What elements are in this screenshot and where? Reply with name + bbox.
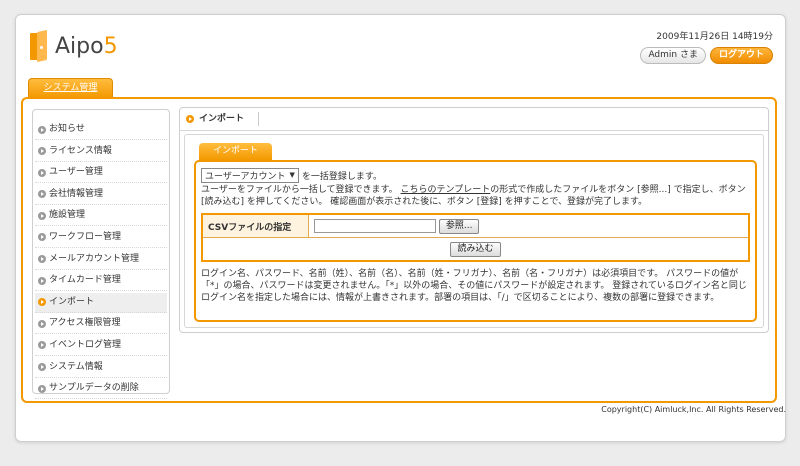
load-button[interactable]: 読み込む (450, 241, 501, 257)
sidebar-item-label: メールアカウント管理 (49, 253, 140, 264)
arrow-bullet-icon (38, 125, 46, 134)
arrow-bullet-icon (38, 147, 46, 156)
arrow-bullet-icon (38, 298, 46, 307)
copyright-text: Copyright(C) Aimluck,Inc. All Rights Res… (601, 405, 786, 414)
sidebar-item[interactable]: タイムカード管理 (35, 271, 167, 292)
csv-file-input[interactable] (314, 219, 436, 233)
chevron-down-icon: ▼ (289, 171, 295, 179)
select-suffix-text: を一括登録します。 (301, 171, 382, 182)
sidebar-item-label: システム情報 (49, 361, 103, 372)
sidebar-item[interactable]: サンプルデータの削除 (35, 379, 167, 400)
sidebar-item[interactable]: 会社情報管理 (35, 185, 167, 205)
page-title: インポート (199, 112, 260, 126)
sidebar-item-label: お知らせ (49, 124, 85, 134)
arrow-bullet-icon (38, 211, 46, 220)
sidebar-item-label: 施設管理 (49, 210, 86, 221)
import-notes: ログイン名、パスワード、名前（姓）、名前（名）、名前（姓・フリガナ）、名前（名・… (201, 269, 747, 303)
tab-import[interactable]: インポート (199, 143, 272, 160)
sidebar-item-label: 会社情報管理 (49, 188, 104, 199)
sidebar-item-label: ワークフロー管理 (49, 231, 122, 242)
browse-button[interactable]: 参照... (438, 218, 480, 234)
aipo-logo[interactable]: Aipo5 (28, 29, 118, 63)
logout-button[interactable]: ログアウト (709, 47, 773, 64)
arrow-bullet-icon (38, 341, 46, 350)
import-description: ユーザーをファイルから一括して登録できます。 こちらのテンプレートの形式で作成し… (201, 184, 750, 208)
sidebar-item[interactable]: ライセンス情報 (35, 142, 167, 162)
sidebar-item[interactable]: 施設管理 (35, 206, 167, 227)
import-section: インポート ユーザーアカウント ▼ を一括登録します。 ユーザーをファイルから一… (184, 134, 764, 328)
csv-file-table: CSVファイルの指定 参照... 読み込む (201, 213, 750, 262)
user-area: Admin さま ログアウト (640, 47, 773, 64)
content-header: インポート (180, 108, 768, 131)
arrow-bullet-icon (186, 115, 194, 123)
sidebar-item[interactable]: お知らせ (35, 120, 167, 140)
logo-text: Aipo5 (55, 33, 118, 59)
import-type-value: ユーザーアカウント (205, 171, 286, 182)
sidebar-item-label: イベントログ管理 (49, 339, 122, 350)
sidebar: お知らせライセンス情報 ユーザー管理 会社情報管理 施設管理ワークフロー管理メールアカ… (32, 109, 170, 400)
current-datetime: 2009年11月26日 14時19分 (656, 32, 773, 42)
arrow-bullet-icon (38, 233, 46, 242)
door-logo-icon (28, 29, 50, 63)
csv-file-label: CSVファイルの指定 (201, 213, 309, 238)
main-panel: お知らせライセンス情報 ユーザー管理 会社情報管理 施設管理ワークフロー管理メールアカ… (21, 97, 777, 403)
sidebar-item-label: アクセス権限管理 (49, 318, 121, 329)
sidebar-item[interactable]: アクセス権限管理 (35, 314, 167, 335)
tab-system-admin[interactable]: システム管理 (28, 78, 113, 98)
sidebar-item-label: ユーザー管理 (49, 167, 103, 178)
sidebar-item[interactable]: ユーザー管理 (35, 163, 167, 184)
arrow-bullet-icon (38, 319, 46, 328)
template-link[interactable]: こちらのテンプレート (401, 185, 491, 195)
sidebar-item[interactable]: メールアカウント管理 (35, 250, 167, 270)
import-type-select[interactable]: ユーザーアカウント ▼ (201, 167, 299, 183)
arrow-bullet-icon (38, 276, 46, 285)
sidebar-item-label: ライセンス情報 (49, 145, 112, 156)
arrow-bullet-icon (38, 190, 46, 199)
sidebar-item-label: タイムカード管理 (49, 275, 121, 286)
sidebar-item-label: サンプルデータの削除 (49, 383, 139, 394)
user-name-button[interactable]: Admin さま (640, 47, 706, 64)
arrow-bullet-icon (38, 363, 46, 372)
sidebar-item-label: インポート (49, 296, 95, 307)
sidebar-item[interactable]: インポート (35, 292, 167, 313)
sidebar-item[interactable]: システム情報 (35, 358, 167, 378)
content-panel: インポート インポート ユーザーアカウント ▼ を一括登録します。 ユーザーをフ… (179, 107, 769, 333)
desc-text-1: ユーザーをファイルから一括して登録できます。 (201, 185, 398, 195)
import-form: ユーザーアカウント ▼ を一括登録します。 ユーザーをファイルから一括して登録で… (194, 160, 757, 322)
arrow-bullet-icon (38, 384, 46, 393)
sidebar-item[interactable]: ワークフロー管理 (35, 228, 167, 248)
arrow-bullet-icon (38, 255, 46, 264)
arrow-bullet-icon (38, 168, 46, 177)
sidebar-item[interactable]: イベントログ管理 (35, 336, 167, 356)
